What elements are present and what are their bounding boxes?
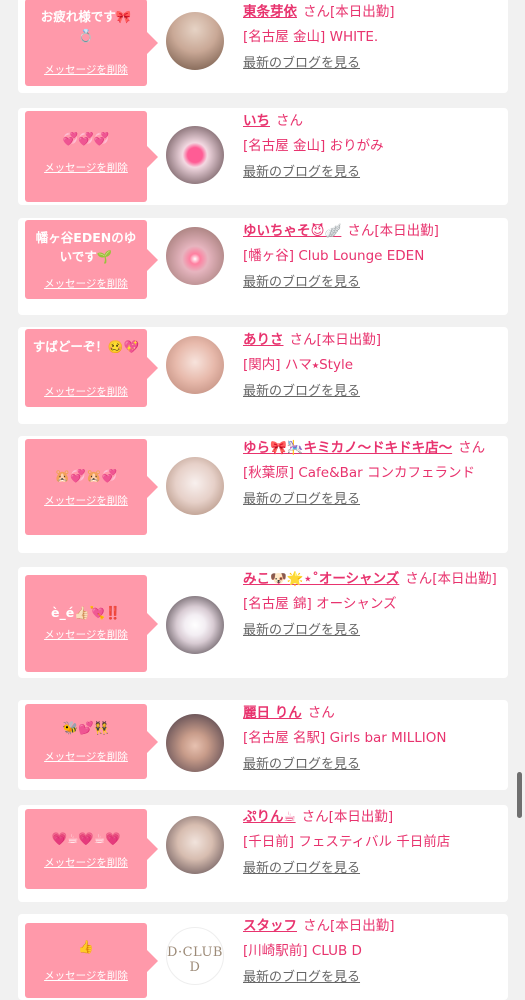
cast-suffix: さん (276, 113, 303, 129)
list-item: お疲れ様です🎀 💍 メッセージを削除 東条芽依 さん[本日出勤] [名古屋 金山]… (18, 0, 508, 93)
latest-blog-link[interactable]: 最新のブログを見る (243, 274, 498, 292)
cast-name-link[interactable]: ゆら🎀🎠キミカノ〜ドキドキ店〜 (243, 440, 452, 456)
message-text: 💞💞💞 (62, 131, 110, 146)
cast-name-link[interactable]: 東条芽依 (243, 4, 297, 20)
message-bubble: 👍 メッセージを削除 (25, 923, 158, 998)
cast-name-link[interactable]: ぷりん☕ (243, 809, 296, 825)
message-bubble: 💗☕💗☕💗 メッセージを削除 (25, 809, 158, 889)
message-bubble: 幡ヶ谷EDENのゆいです🌱 メッセージを削除 (25, 220, 158, 299)
cast-name-link[interactable]: スタッフ (243, 918, 297, 934)
avatar[interactable] (166, 816, 224, 874)
delete-message-link[interactable]: メッセージを削除 (25, 855, 147, 870)
shop-label: [千日前] フェスティバル 千日前店 (243, 834, 451, 850)
cast-suffix: さん[本日出勤] (405, 571, 497, 587)
cast-suffix: さん[本日出勤] (301, 809, 394, 825)
scrollbar[interactable] (517, 772, 522, 818)
shop-label: [川崎駅前] CLUB D (243, 943, 362, 959)
shop-label: [幡ヶ谷] Club Lounge EDEN (243, 248, 425, 264)
message-bubble: すばどーぞ！🥴💖 メッセージを削除 (25, 329, 158, 407)
shop-label: [秋葉原] Cafe&Bar コンカフェランド (243, 465, 475, 481)
latest-blog-link[interactable]: 最新のブログを見る (243, 491, 498, 509)
shop-label: [名古屋 金山] WHITE. (243, 29, 379, 45)
club-logo: D·CLUB D (167, 945, 223, 975)
message-text: 🐝💕👯 (62, 720, 110, 735)
cast-suffix: さん[本日出勤] (303, 918, 395, 934)
list-item: 幡ヶ谷EDENのゆいです🌱 メッセージを削除 ゆいちゃそ😈🪽 さん[本日出勤] [… (18, 218, 508, 315)
shop-label: [名古屋 金山] おりがみ (243, 138, 384, 154)
cast-name-link[interactable]: いち (243, 113, 270, 129)
avatar[interactable] (166, 714, 224, 772)
latest-blog-link[interactable]: 最新のブログを見る (243, 756, 498, 774)
message-bubble: お疲れ様です🎀 💍 メッセージを削除 (25, 0, 158, 86)
avatar[interactable] (166, 126, 224, 184)
list-item: 🐝💕👯 メッセージを削除 麗日 りん さん [名古屋 名駅] Girls bar … (18, 700, 508, 790)
avatar[interactable]: D·CLUB D (166, 927, 224, 985)
cast-suffix: さん (458, 440, 486, 456)
latest-blog-link[interactable]: 最新のブログを見る (243, 860, 498, 878)
delete-message-link[interactable]: メッセージを削除 (25, 749, 147, 764)
latest-blog-link[interactable]: 最新のブログを見る (243, 969, 498, 987)
list-item: 🐹💞🐹💞 メッセージを削除 ゆら🎀🎠キミカノ〜ドキドキ店〜 さん [秋葉原] Ca… (18, 436, 508, 553)
cast-name-link[interactable]: みこ🐶🌟⋆˚オーシャンズ (243, 571, 399, 587)
message-text: 幡ヶ谷EDENのゆいです🌱 (35, 230, 137, 264)
shop-label: [関内] ハマ⭑Style (243, 357, 354, 373)
avatar[interactable] (166, 227, 224, 285)
cast-name-link[interactable]: ゆいちゃそ😈🪽 (243, 223, 341, 239)
message-bubble: 🐝💕👯 メッセージを削除 (25, 704, 158, 779)
list-item: 👍 メッセージを削除 D·CLUB D スタッフ さん[本日出勤] [川崎駅前] … (18, 914, 508, 1000)
list-item: すばどーぞ！🥴💖 メッセージを削除 ありさ さん[本日出勤] [関内] ハマ⭑St… (18, 327, 508, 424)
list-item: 💞💞💞 メッセージを削除 いち さん [名古屋 金山] おりがみ 最新のブログを見… (18, 108, 508, 205)
delete-message-link[interactable]: メッセージを削除 (25, 384, 147, 399)
message-text: è_é👍🏻💘‼️ (51, 605, 121, 620)
latest-blog-link[interactable]: 最新のブログを見る (243, 622, 498, 640)
avatar[interactable] (166, 336, 224, 394)
message-text: お疲れ様です🎀 💍 (40, 9, 132, 43)
avatar[interactable] (166, 596, 224, 654)
avatar[interactable] (166, 12, 224, 70)
delete-message-link[interactable]: メッセージを削除 (25, 968, 147, 983)
cast-name-link[interactable]: ありさ (243, 332, 284, 348)
latest-blog-link[interactable]: 最新のブログを見る (243, 55, 498, 73)
delete-message-link[interactable]: メッセージを削除 (25, 62, 147, 77)
avatar[interactable] (166, 457, 224, 515)
message-text: 👍 (78, 939, 94, 954)
message-text: 🐹💞🐹💞 (54, 468, 118, 483)
cast-suffix: さん[本日出勤] (303, 4, 395, 20)
message-text: 💗☕💗☕💗 (51, 831, 121, 846)
delete-message-link[interactable]: メッセージを削除 (25, 276, 147, 291)
cast-suffix: さん (307, 705, 335, 721)
delete-message-link[interactable]: メッセージを削除 (25, 627, 147, 642)
message-bubble: è_é👍🏻💘‼️ メッセージを削除 (25, 575, 158, 672)
delete-message-link[interactable]: メッセージを削除 (25, 493, 147, 508)
shop-label: [名古屋 錦] オーシャンズ (243, 596, 397, 612)
list-item: è_é👍🏻💘‼️ メッセージを削除 みこ🐶🌟⋆˚オーシャンズ さん[本日出勤] [… (18, 567, 508, 678)
shop-label: [名古屋 名駅] Girls bar MILLION (243, 730, 447, 746)
message-bubble: 🐹💞🐹💞 メッセージを削除 (25, 439, 158, 535)
cast-suffix: さん[本日出勤] (289, 332, 382, 348)
message-bubble: 💞💞💞 メッセージを削除 (25, 111, 158, 202)
cast-name-link[interactable]: 麗日 りん (243, 705, 302, 721)
message-text: すばどーぞ！🥴💖 (32, 339, 140, 354)
latest-blog-link[interactable]: 最新のブログを見る (243, 164, 498, 182)
delete-message-link[interactable]: メッセージを削除 (25, 160, 147, 175)
latest-blog-link[interactable]: 最新のブログを見る (243, 383, 498, 401)
list-item: 💗☕💗☕💗 メッセージを削除 ぷりん☕ さん[本日出勤] [千日前] フェスティバ… (18, 805, 508, 902)
cast-suffix: さん[本日出勤] (347, 223, 439, 239)
